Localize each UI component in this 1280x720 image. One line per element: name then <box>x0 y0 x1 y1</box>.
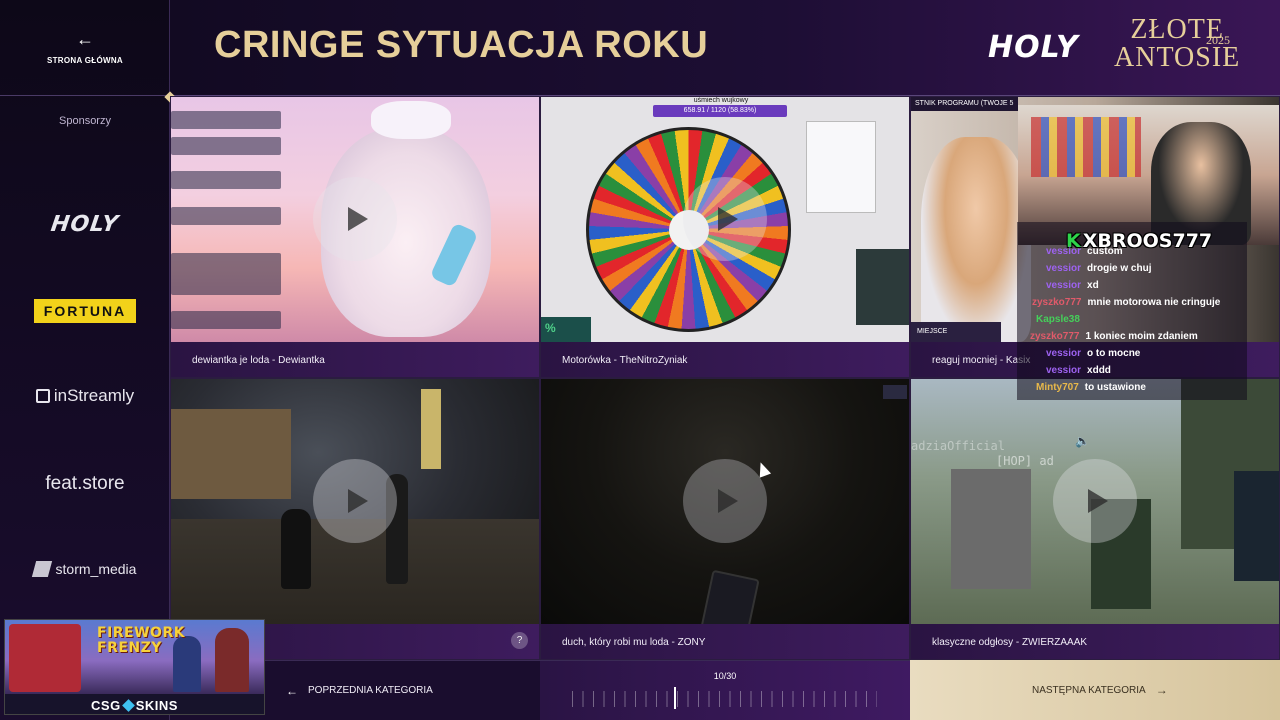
home-label: STRONA GŁÓWNA <box>46 56 124 65</box>
speaker-icon: 🔈 <box>1075 434 1090 448</box>
chat-message: vessior xddd <box>1046 365 1111 376</box>
progress-marker[interactable] <box>673 687 676 709</box>
page-title: CRINGE SYTUACJA ROKU <box>214 24 709 66</box>
sponsor-ad-overlay: FIREWORK FRENZY CSG SKINS <box>4 619 265 715</box>
play-icon[interactable] <box>313 177 397 261</box>
sponsors-heading: Sponsorzy <box>59 115 111 127</box>
header: CRINGE SYTUACJA ROKU HOLY ZŁOTE ANTOSIE … <box>170 0 1280 96</box>
sponsor-fortuna-logo[interactable]: FORTUNA <box>0 298 170 324</box>
category-counter: 10/30 <box>713 671 737 681</box>
play-icon[interactable] <box>683 459 767 543</box>
sponsor-featstore-logo[interactable]: feat.store <box>0 470 170 498</box>
play-icon[interactable] <box>683 177 767 261</box>
chat-message: vessior xd <box>1046 280 1099 291</box>
clip-caption: klasyczne odgłosy - ZWIERZAAAK <box>911 624 1279 659</box>
arrow-left-icon: ← <box>286 683 298 698</box>
chat-message: Minty707 to ustawione <box>1036 382 1146 393</box>
ad-title: FIREWORK FRENZY <box>97 625 186 656</box>
holy-logo: HOLY <box>988 30 1079 65</box>
chat-message: vessior drogie w chuj <box>1046 263 1152 274</box>
chat-message: zyszko777 1 koniec moim zdaniem <box>1030 331 1198 342</box>
clip-tile-2[interactable]: uśmiech wujkowy 658.91 / 1120 (58.83%) %… <box>540 96 910 378</box>
home-button[interactable]: ← STRONA GŁÓWNA <box>0 0 170 96</box>
progress-ticks <box>572 691 877 707</box>
play-icon[interactable] <box>313 459 397 543</box>
event-year: 2025 <box>1206 33 1230 47</box>
next-category-button[interactable]: NASTĘPNA KATEGORIA → <box>910 660 1280 720</box>
clip-caption: Motorówka - TheNitroZyniak <box>541 342 909 377</box>
help-icon[interactable]: ? <box>511 632 528 649</box>
sponsor-instreamly-logo[interactable]: inStreamly <box>0 383 170 409</box>
arrow-right-icon: → <box>1155 683 1168 697</box>
category-progress[interactable]: 10/30 <box>540 660 910 720</box>
clip-caption: duch, który robi mu loda - ZONY <box>541 624 909 659</box>
chat-message: vessior o to mocne <box>1046 348 1141 359</box>
instreamly-icon <box>35 389 50 403</box>
sidebar: ← STRONA GŁÓWNA Sponsorzy HOLY FORTUNA i… <box>0 0 170 720</box>
storm-media-icon <box>31 561 52 577</box>
sponsor-holy-logo[interactable]: HOLY <box>0 210 170 238</box>
clip-tile-1[interactable]: dewiantka je loda - Dewiantka <box>170 96 540 378</box>
chat-message: zyszko777 mnie motorowa nie cringuje <box>1032 297 1221 308</box>
clip-tile-5[interactable]: duch, który robi mu loda - ZONY <box>540 378 910 660</box>
clip-caption: dewiantka je loda - Dewiantka <box>171 342 539 377</box>
csgoskins-logo: CSG SKINS <box>5 694 264 714</box>
chat-message: Kapsle38 <box>1036 314 1080 325</box>
gem-icon <box>121 698 135 712</box>
sponsor-storm-media-logo[interactable]: storm_media <box>0 557 170 581</box>
clip-tile-4[interactable]: ella <box>170 378 540 660</box>
play-icon[interactable] <box>1053 459 1137 543</box>
clip-tile-6[interactable]: adziaOfficial [HOP] ad 🔈 klasyczne odgło… <box>910 378 1280 660</box>
back-arrow-icon: ← <box>76 29 94 49</box>
chat-message: vessior custom <box>1046 246 1123 257</box>
